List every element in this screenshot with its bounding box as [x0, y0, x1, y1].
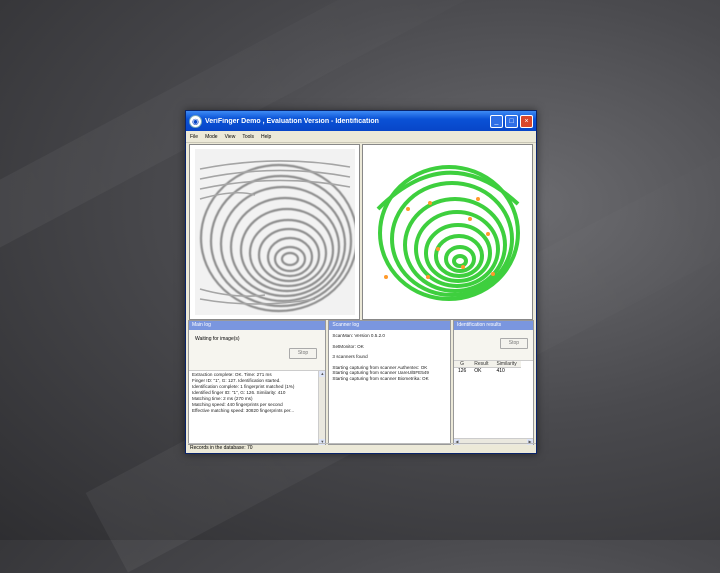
app-window: ◉ VeriFinger Demo , Evaluation Version -…	[185, 110, 537, 454]
main-log-list[interactable]: Extraction complete: OK. Time: 271 ms Fi…	[189, 371, 326, 445]
status-bar: Records in the database: 70	[188, 443, 536, 452]
main-log-stop-button[interactable]: Stop	[289, 348, 317, 359]
scanner-log-title: Scanner log	[329, 321, 450, 330]
main-log-status: Waiting for image(s)	[195, 336, 240, 342]
image-area	[188, 144, 534, 320]
results-table: G Result Similarity 126 OK 410	[453, 361, 521, 374]
identification-results-panel: Identification results Stop G Result Sim…	[452, 320, 534, 445]
processed-fingerprint-image	[367, 149, 528, 315]
menu-help[interactable]: Help	[261, 134, 271, 140]
menu-tools[interactable]: Tools	[242, 134, 254, 140]
main-log-panel: Main log Waiting for image(s) Stop Extra…	[188, 320, 327, 445]
title-bar[interactable]: ◉ VeriFinger Demo , Evaluation Version -…	[186, 111, 536, 131]
table-header-row: G Result Similarity	[453, 361, 521, 368]
scanned-fingerprint-pane	[189, 144, 360, 320]
list-item: Effective matching speed: 30820 fingerpr…	[192, 408, 295, 413]
scanner-log-panel: Scanner log ScanMan: Version 0.5.2.0 Set…	[328, 320, 451, 445]
scanned-fingerprint-image	[194, 149, 355, 315]
results-table-area[interactable]: G Result Similarity 126 OK 410 ◀ ▶	[453, 361, 533, 445]
list-item: Starting capturing from scanner Biometri…	[332, 375, 429, 381]
vertical-scrollbar[interactable]: ▲ ▼	[318, 371, 326, 445]
identification-stop-button[interactable]: Stop	[499, 338, 528, 349]
identification-results-title: Identification results	[453, 321, 533, 330]
menu-bar: File Mode View Tools Help	[186, 131, 536, 143]
menu-mode[interactable]: Mode	[205, 134, 218, 140]
maximize-button[interactable]: □	[505, 114, 518, 128]
cell-result: OK	[474, 368, 482, 374]
scroll-up-icon[interactable]: ▲	[319, 371, 326, 377]
log-panels: Main log Waiting for image(s) Stop Extra…	[188, 320, 534, 445]
menu-view[interactable]: View	[225, 134, 236, 140]
column-header-similarity[interactable]: Similarity	[492, 361, 521, 368]
scanner-log-list[interactable]: ScanMan: Version 0.5.2.0 SetMonitor: OK …	[329, 330, 450, 444]
window-title: VeriFinger Demo , Evaluation Version - I…	[205, 117, 379, 125]
cell-similarity: 410	[496, 368, 505, 374]
cell-g: 126	[457, 368, 467, 374]
main-log-title: Main log	[189, 321, 326, 330]
processed-fingerprint-pane	[362, 144, 533, 320]
close-button[interactable]: ×	[520, 114, 533, 128]
app-icon: ◉	[189, 114, 202, 128]
menu-file[interactable]: File	[190, 134, 198, 140]
minimize-button[interactable]: _	[490, 114, 503, 128]
table-row[interactable]: 126 OK 410	[454, 368, 521, 374]
